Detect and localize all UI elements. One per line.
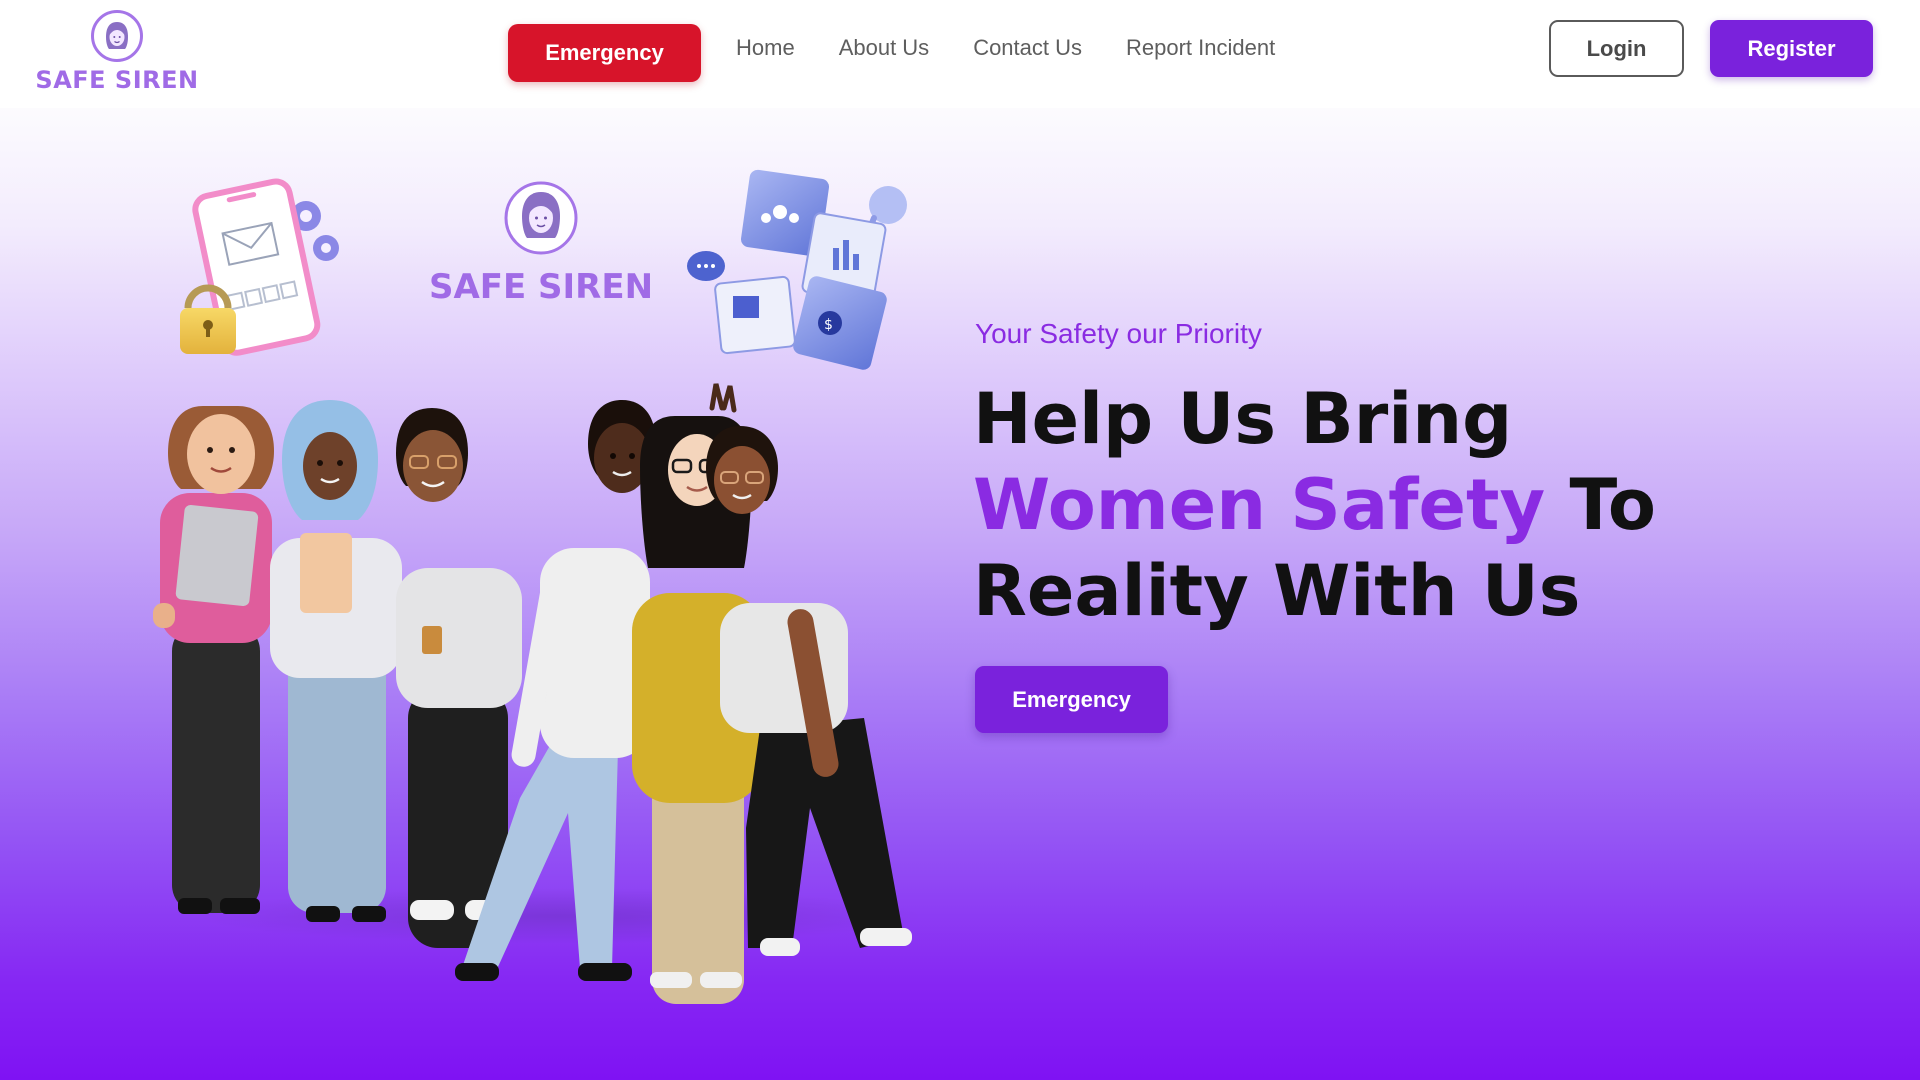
nav-link-report-incident[interactable]: Report Incident	[1126, 32, 1275, 64]
headline-line-2-rest: To	[1545, 464, 1657, 546]
puzzle-analytics-icon: $	[687, 169, 907, 370]
headline-line-3: Reality With Us	[973, 550, 1581, 632]
emergency-button[interactable]: Emergency	[508, 24, 701, 82]
nav-link-home[interactable]: Home	[736, 32, 795, 64]
login-button[interactable]: Login	[1549, 20, 1684, 77]
person-blue-hijab	[270, 400, 402, 922]
nav-link-contact-us[interactable]: Contact Us	[973, 32, 1082, 64]
phone-mail-lock-icon	[180, 178, 339, 356]
person-pink-top	[153, 406, 274, 914]
main-nav: Home About Us Contact Us Report Incident	[736, 32, 1275, 64]
headline-line-2: Women Safety To	[973, 462, 1873, 548]
navbar: SAFE SIREN Emergency Home About Us Conta…	[0, 0, 1920, 108]
hero-illustration: SAFE SIREN $	[153, 169, 920, 1004]
headline-line-1: Help Us Bring	[973, 378, 1513, 460]
svg-text:$: $	[824, 317, 833, 333]
illustration-logo	[504, 181, 578, 255]
illustration-logo-text: SAFE SIREN	[429, 267, 653, 307]
hero-section: SAFE SIREN $ Your Safety our Priority He…	[0, 108, 1920, 1080]
site-logo[interactable]: SAFE SIREN	[34, 10, 200, 102]
hero-emergency-button[interactable]: Emergency	[975, 666, 1168, 733]
woman-face-icon	[91, 10, 143, 62]
hero-tagline: Your Safety our Priority	[975, 318, 1262, 349]
hero-headline: Help Us Bring Women Safety To Reality Wi…	[973, 376, 1873, 634]
logo-wordmark: SAFE SIREN	[35, 66, 199, 94]
headline-accent: Women Safety	[973, 464, 1546, 546]
register-button[interactable]: Register	[1710, 20, 1873, 77]
nav-link-about-us[interactable]: About Us	[839, 32, 930, 64]
